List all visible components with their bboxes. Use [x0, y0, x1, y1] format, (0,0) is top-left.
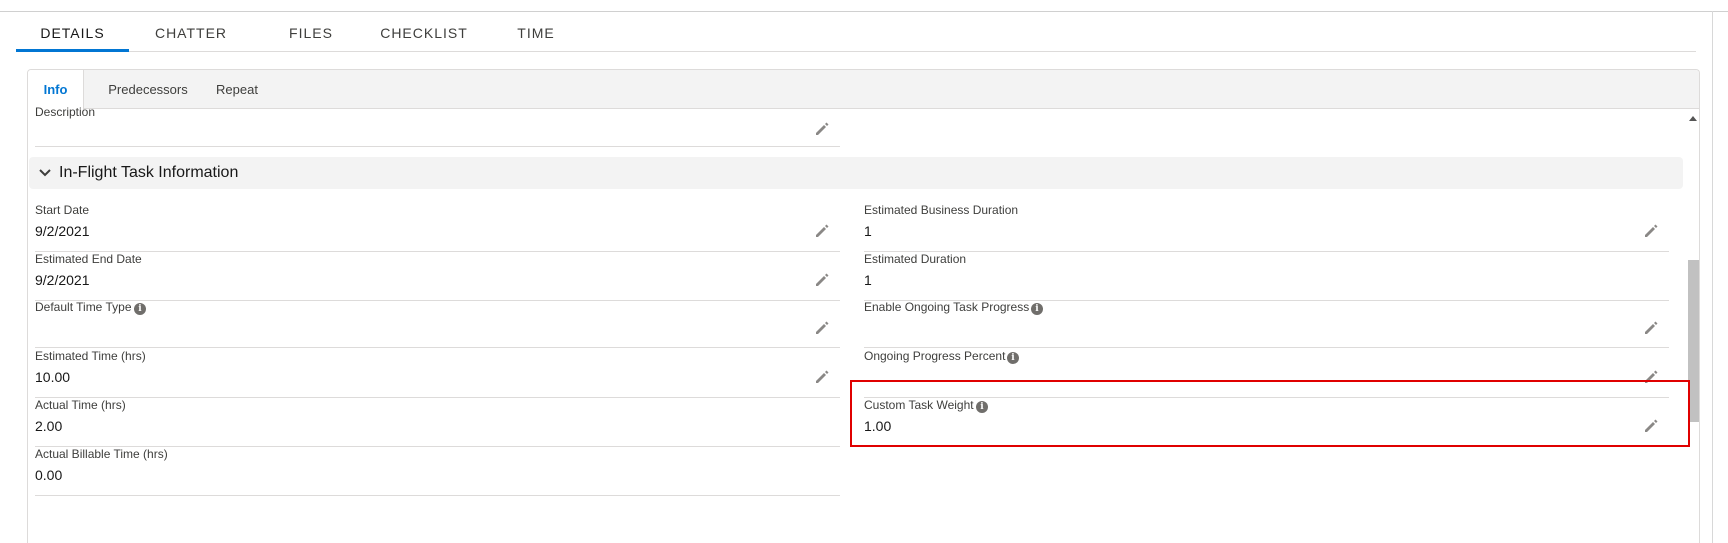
tab-checklist[interactable]: CHECKLIST — [364, 18, 484, 52]
field-actual-billable-time-hrs: Actual Billable Time (hrs) 0.00 — [35, 447, 840, 496]
field-estimated-duration: Estimated Duration 1 — [864, 252, 1669, 301]
field-description: Description — [35, 99, 840, 147]
field-label: Estimated Time (hrs) — [35, 349, 146, 363]
tab-files[interactable]: FILES — [266, 18, 356, 52]
field-value: 1 — [864, 272, 872, 288]
field-estimated-end-date: Estimated End Date 9/2/2021 — [35, 252, 840, 301]
info-icon[interactable]: i — [1007, 352, 1019, 364]
field-label: Estimated Duration — [864, 252, 967, 266]
field-label: Estimated End Date — [35, 252, 142, 266]
pencil-icon[interactable] — [814, 223, 830, 239]
vertical-scrollbar[interactable] — [1685, 110, 1699, 543]
info-icon[interactable]: i — [1031, 303, 1043, 315]
pencil-icon[interactable] — [814, 272, 830, 288]
field-default-time-type: Default Time Type i — [35, 300, 840, 348]
pencil-icon[interactable] — [814, 320, 830, 336]
field-divider — [35, 347, 840, 348]
field-start-date: Start Date 9/2/2021 — [35, 203, 840, 252]
field-value: 9/2/2021 — [35, 223, 90, 239]
pencil-icon[interactable] — [1643, 320, 1659, 336]
field-value: 10.00 — [35, 369, 71, 385]
section-header-in-flight[interactable]: In-Flight Task Information — [29, 157, 1683, 189]
field-label: Start Date — [35, 203, 90, 217]
field-divider — [864, 347, 1669, 348]
field-label: Actual Time (hrs) — [35, 398, 126, 412]
field-value: 0.00 — [35, 467, 63, 483]
pencil-icon[interactable] — [814, 369, 830, 385]
scroll-up-arrow-icon[interactable] — [1685, 110, 1699, 126]
field-label: Description — [35, 105, 96, 119]
pencil-icon[interactable] — [814, 121, 830, 137]
highlight-box — [850, 380, 1690, 447]
field-value: 2.00 — [35, 418, 63, 434]
field-enable-ongoing-task-progress: Enable Ongoing Task Progress i — [864, 300, 1669, 348]
top-divider — [0, 11, 1728, 12]
field-label: Estimated Business Duration — [864, 203, 1019, 217]
field-label: Actual Billable Time (hrs) — [35, 447, 168, 461]
main-tab-bar: DETAILS CHATTER FILES CHECKLIST TIME — [16, 18, 1696, 52]
field-value: 9/2/2021 — [35, 272, 90, 288]
tab-chatter[interactable]: CHATTER — [141, 18, 241, 52]
chevron-down-icon — [39, 169, 51, 177]
field-label: Ongoing Progress Percent — [864, 349, 1006, 363]
field-estimated-business-duration: Estimated Business Duration 1 — [864, 203, 1669, 252]
field-estimated-time-hrs: Estimated Time (hrs) 10.00 — [35, 349, 840, 398]
pencil-icon[interactable] — [1643, 223, 1659, 239]
field-divider — [35, 146, 840, 147]
info-icon[interactable]: i — [134, 303, 146, 315]
section-title: In-Flight Task Information — [59, 164, 239, 181]
right-divider — [1712, 11, 1713, 543]
field-value: 1 — [864, 223, 872, 239]
field-actual-time-hrs: Actual Time (hrs) 2.00 — [35, 398, 840, 447]
tab-time[interactable]: TIME — [496, 18, 576, 52]
tab-details[interactable]: DETAILS — [16, 18, 129, 52]
field-label: Enable Ongoing Task Progress — [864, 300, 1030, 314]
field-label: Default Time Type — [35, 300, 132, 314]
field-divider — [35, 495, 840, 496]
